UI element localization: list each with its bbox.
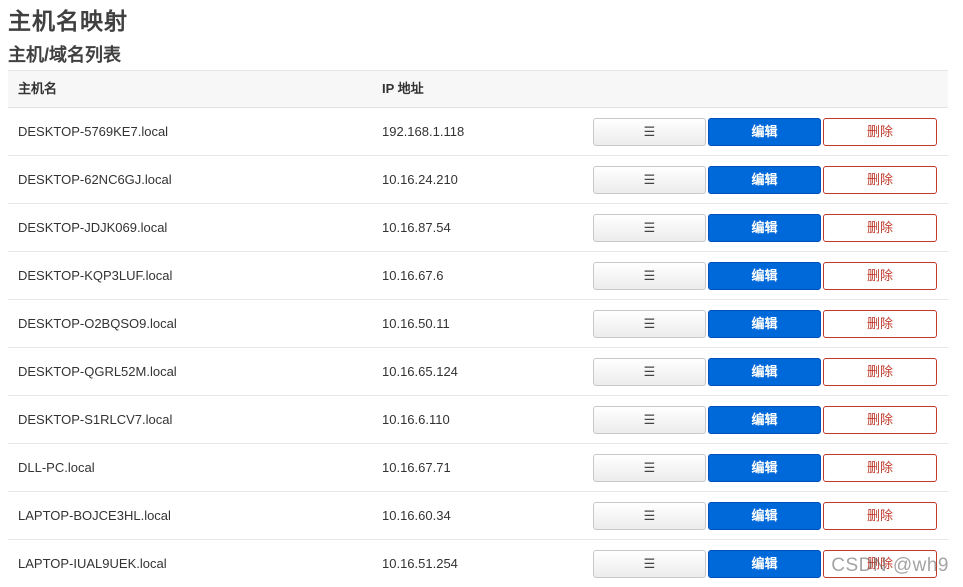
more-button[interactable]: ☰: [593, 550, 706, 578]
edit-button[interactable]: 编辑: [708, 358, 821, 386]
table-row: LAPTOP-BOJCE3HL.local 10.16.60.34 ☰ 编辑 删…: [8, 492, 948, 540]
delete-button[interactable]: 删除: [823, 454, 937, 482]
table-row: DESKTOP-5769KE7.local 192.168.1.118 ☰ 编辑…: [8, 108, 948, 156]
ip-cell: 10.16.50.11: [382, 316, 450, 331]
hostname-cell: DESKTOP-JDJK069.local: [18, 220, 168, 235]
ip-cell: 192.168.1.118: [382, 124, 465, 139]
edit-button[interactable]: 编辑: [708, 550, 821, 578]
more-button[interactable]: ☰: [593, 262, 706, 290]
edit-button[interactable]: 编辑: [708, 118, 821, 146]
table-row: DESKTOP-S1RLCV7.local 10.16.6.110 ☰ 编辑 删…: [8, 396, 948, 444]
hostname-cell: LAPTOP-IUAL9UEK.local: [18, 556, 167, 571]
more-button[interactable]: ☰: [593, 166, 706, 194]
table-row: DESKTOP-62NC6GJ.local 10.16.24.210 ☰ 编辑 …: [8, 156, 948, 204]
column-header-hostname: 主机名: [18, 81, 58, 96]
delete-button[interactable]: 删除: [823, 262, 937, 290]
delete-button[interactable]: 删除: [823, 358, 937, 386]
page-title: 主机名映射: [8, 8, 128, 34]
ip-cell: 10.16.67.6: [382, 268, 444, 283]
hostname-cell: DESKTOP-KQP3LUF.local: [18, 268, 173, 283]
column-header-ip: IP 地址: [382, 81, 424, 96]
ip-cell: 10.16.67.71: [382, 460, 451, 475]
ip-cell: 10.16.87.54: [382, 220, 451, 235]
hostname-cell: DESKTOP-62NC6GJ.local: [18, 172, 172, 187]
delete-button[interactable]: 删除: [823, 118, 937, 146]
table-row: DLL-PC.local 10.16.67.71 ☰ 编辑 删除: [8, 444, 948, 492]
ip-cell: 10.16.60.34: [382, 508, 451, 523]
edit-button[interactable]: 编辑: [708, 262, 821, 290]
delete-button[interactable]: 删除: [823, 166, 937, 194]
more-button[interactable]: ☰: [593, 406, 706, 434]
edit-button[interactable]: 编辑: [708, 166, 821, 194]
table-row: DESKTOP-KQP3LUF.local 10.16.67.6 ☰ 编辑 删除: [8, 252, 948, 300]
table-row: DESKTOP-JDJK069.local 10.16.87.54 ☰ 编辑 删…: [8, 204, 948, 252]
delete-button[interactable]: 删除: [823, 406, 937, 434]
ip-cell: 10.16.6.110: [382, 412, 450, 427]
hostname-table: 主机名 IP 地址 DESKTOP-5769KE7.local 192.168.…: [8, 70, 948, 587]
delete-button[interactable]: 删除: [823, 310, 937, 338]
table-row: LAPTOP-IUAL9UEK.local 10.16.51.254 ☰ 编辑 …: [8, 540, 948, 587]
ip-cell: 10.16.24.210: [382, 172, 458, 187]
edit-button[interactable]: 编辑: [708, 310, 821, 338]
hostname-cell: DESKTOP-O2BQSO9.local: [18, 316, 177, 331]
edit-button[interactable]: 编辑: [708, 502, 821, 530]
edit-button[interactable]: 编辑: [708, 454, 821, 482]
table-row: DESKTOP-QGRL52M.local 10.16.65.124 ☰ 编辑 …: [8, 348, 948, 396]
more-button[interactable]: ☰: [593, 502, 706, 530]
ip-cell: 10.16.51.254: [382, 556, 458, 571]
edit-button[interactable]: 编辑: [708, 214, 821, 242]
more-button[interactable]: ☰: [593, 454, 706, 482]
hostname-cell: DESKTOP-QGRL52M.local: [18, 364, 177, 379]
hostname-cell: DLL-PC.local: [18, 460, 95, 475]
table-row: DESKTOP-O2BQSO9.local 10.16.50.11 ☰ 编辑 删…: [8, 300, 948, 348]
ip-cell: 10.16.65.124: [382, 364, 458, 379]
section-title: 主机/域名列表: [8, 45, 122, 65]
more-button[interactable]: ☰: [593, 310, 706, 338]
more-button[interactable]: ☰: [593, 214, 706, 242]
more-button[interactable]: ☰: [593, 358, 706, 386]
hostname-cell: LAPTOP-BOJCE3HL.local: [18, 508, 171, 523]
edit-button[interactable]: 编辑: [708, 406, 821, 434]
table-header: 主机名 IP 地址: [8, 71, 948, 108]
watermark: CSDN @wh9: [831, 555, 949, 576]
delete-button[interactable]: 删除: [823, 214, 937, 242]
more-button[interactable]: ☰: [593, 118, 706, 146]
hostname-cell: DESKTOP-5769KE7.local: [18, 124, 169, 139]
hostname-cell: DESKTOP-S1RLCV7.local: [18, 412, 173, 427]
delete-button[interactable]: 删除: [823, 502, 937, 530]
